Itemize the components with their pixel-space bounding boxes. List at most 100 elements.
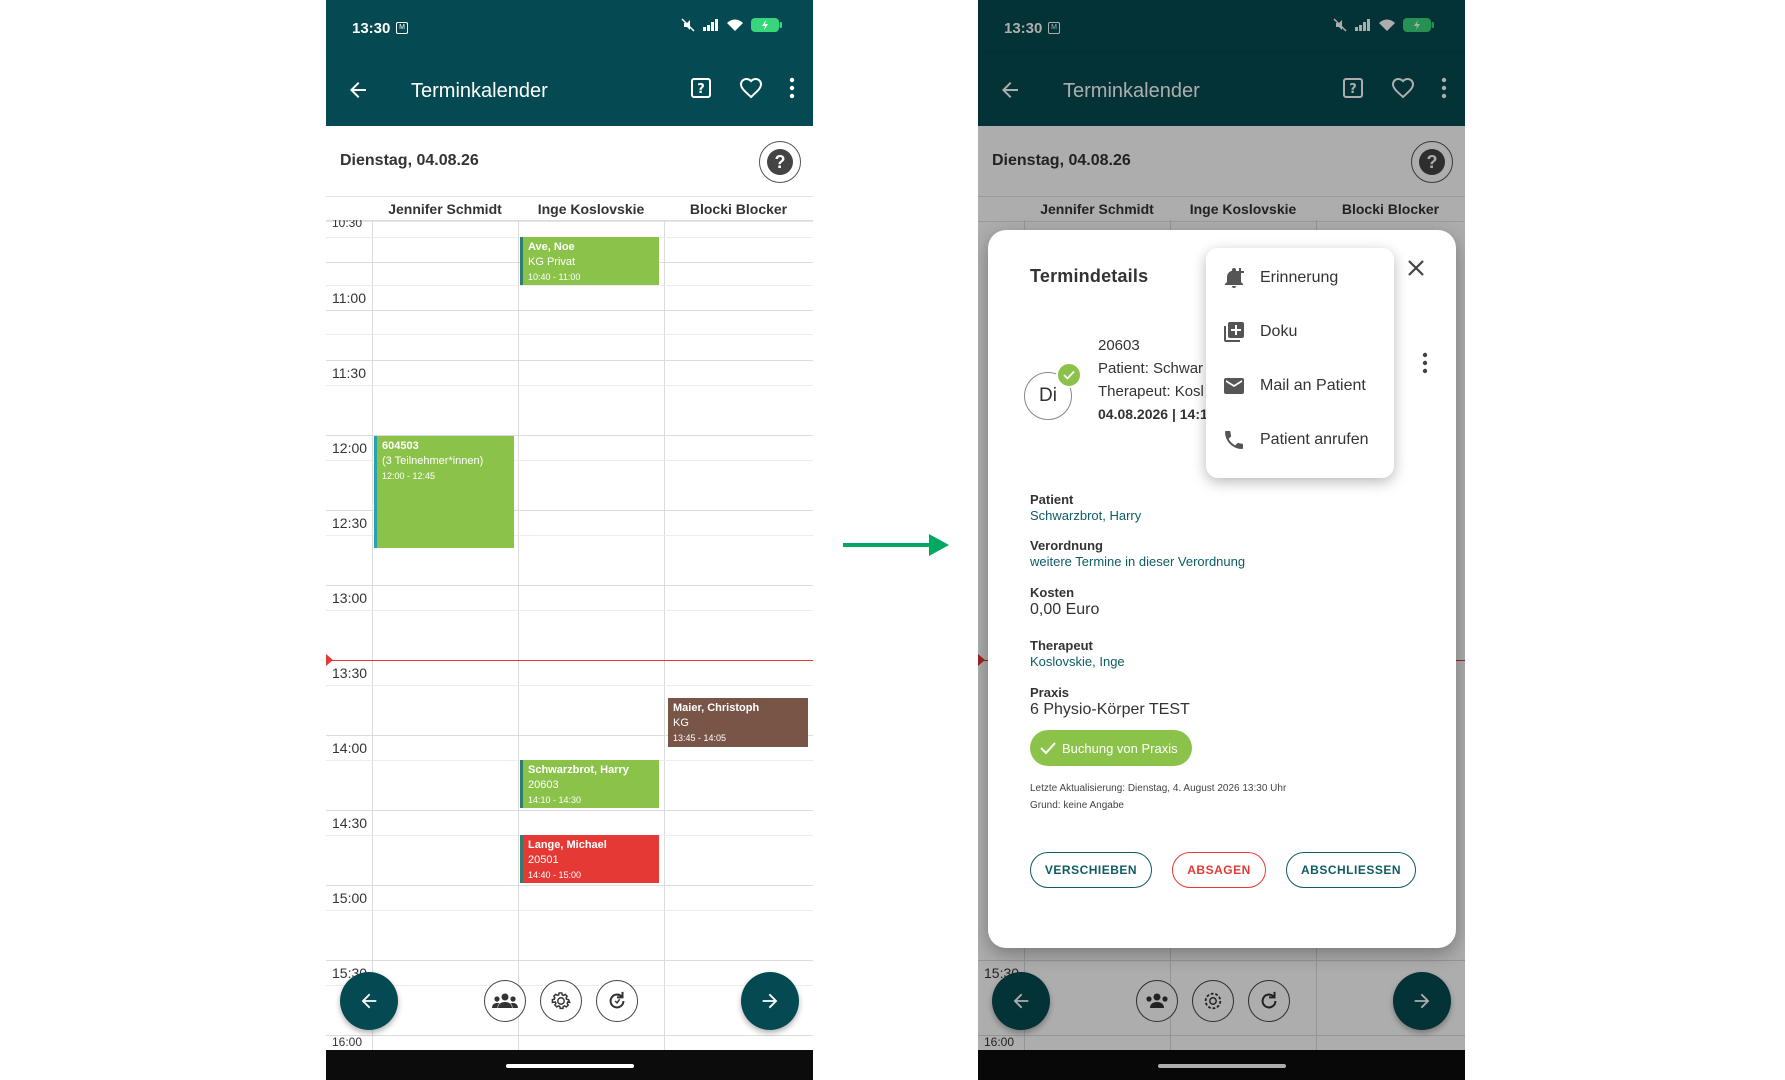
- time-label: 12:30: [332, 515, 368, 531]
- date-bar: Dienstag, 04.08.26 ?: [326, 126, 813, 196]
- arrow-left-icon[interactable]: [346, 78, 370, 102]
- menu-item-reminder[interactable]: Erinnerung: [1222, 258, 1338, 298]
- complete-button[interactable]: ABSCHLIESSEN: [1286, 852, 1416, 888]
- app-bar: Terminkalender ?: [326, 54, 813, 126]
- time-label: 14:30: [332, 815, 368, 831]
- field-label: Verordnung: [1030, 538, 1103, 553]
- praxis-value: 6 Physio-Körper TEST: [1030, 701, 1190, 718]
- status-bar: 13:30 M: [326, 0, 813, 54]
- time-label: 11:30: [332, 365, 366, 381]
- therapeut-field: Therapeut Koslovskie, Inge: [1030, 638, 1125, 669]
- therapeut-link[interactable]: Koslovskie, Inge: [1030, 654, 1125, 669]
- group-button[interactable]: [484, 980, 526, 1022]
- more-vert-icon[interactable]: [1422, 352, 1428, 374]
- arrow-left-icon: [361, 993, 377, 1009]
- time-label: 13:30: [332, 665, 368, 681]
- next-day-button[interactable]: [741, 972, 799, 1030]
- appointment-time: 10:40 - 11:00: [528, 272, 581, 282]
- field-label: Therapeut: [1030, 638, 1093, 653]
- menu-item-doku[interactable]: Doku: [1222, 312, 1297, 352]
- calendar-grid[interactable]: 10:30 11:00 11:30 12:00 12:30 13:00 13:3…: [326, 220, 813, 1060]
- calendar-screen: 13:30 M Terminkalender ? Dienstag, 04.08…: [326, 0, 813, 1080]
- phone-icon: [1225, 431, 1243, 449]
- divider: [326, 285, 813, 286]
- divider: [326, 810, 813, 811]
- column-header: Jennifer Schmidt Inge Koslovskie Blocki …: [326, 196, 813, 222]
- more-vert-icon[interactable]: [789, 77, 795, 99]
- time-label: 14:00: [332, 740, 368, 756]
- divider: [326, 960, 813, 961]
- menu-item-mail[interactable]: Mail an Patient: [1222, 366, 1366, 406]
- divider: [664, 220, 665, 1060]
- verordnung-field: Verordnung weitere Termine in dieser Ver…: [1030, 538, 1245, 569]
- field-label: Kosten: [1030, 585, 1075, 600]
- divider: [326, 310, 813, 311]
- menu-item-label: Mail an Patient: [1260, 377, 1366, 394]
- divider: [326, 685, 813, 686]
- signal-icon: [703, 19, 718, 31]
- wifi-icon: [727, 19, 743, 31]
- help-button[interactable]: ?: [759, 141, 801, 183]
- divider: [326, 385, 813, 386]
- divider: [326, 585, 813, 586]
- arrow-right-icon: [762, 993, 778, 1009]
- appointment-card[interactable]: Ave, Noe KG Privat 10:40 - 11:00: [520, 237, 659, 285]
- divider: [372, 220, 373, 1060]
- heart-icon[interactable]: [739, 76, 763, 100]
- help-box-icon[interactable]: ?: [689, 76, 713, 100]
- appointment-detail-screen: 13:30 M Terminkalender ? Dienstag, 04.08…: [978, 0, 1465, 1080]
- update-reason: Grund: keine Angabe: [1030, 800, 1124, 811]
- appointment-summary: 20603 Patient: Schwar Therapeut: Kosl 04…: [1098, 334, 1208, 426]
- current-time-line: [326, 660, 813, 661]
- divider: [326, 885, 813, 886]
- appointment-time: 12:00 - 12:45: [382, 471, 436, 481]
- divider: [326, 1035, 813, 1036]
- gear-icon: [551, 992, 571, 1010]
- home-indicator[interactable]: [506, 1064, 634, 1068]
- transition-arrow-icon: [843, 534, 949, 556]
- previous-day-button[interactable]: [340, 972, 398, 1030]
- verordnung-link[interactable]: weitere Termine in dieser Verordnung: [1030, 554, 1245, 569]
- appointment-card[interactable]: Schwarzbrot, Harry 20603 14:10 - 14:30: [520, 760, 659, 808]
- status-time: 13:30: [352, 20, 391, 37]
- menu-item-label: Patient anrufen: [1260, 431, 1369, 448]
- appointment-time: 13:45 - 14:05: [673, 733, 727, 743]
- settings-button[interactable]: [540, 980, 582, 1022]
- appointment-detail: 20501: [528, 854, 559, 866]
- last-update: Letzte Aktualisierung: Dienstag, 4. Augu…: [1030, 783, 1287, 794]
- appointment-card[interactable]: Lange, Michael 20501 14:40 - 15:00: [520, 835, 659, 883]
- appointment-card[interactable]: Maier, Christoph KG 13:45 - 14:05: [668, 698, 808, 747]
- options-menu: Erinnerung Doku Mail an Patient Patient …: [1206, 248, 1394, 478]
- summary-patient: Patient: Schwar: [1098, 360, 1204, 377]
- check-icon: [1040, 742, 1056, 755]
- patient-link[interactable]: Schwarzbrot, Harry: [1030, 508, 1141, 523]
- check-icon: [1056, 362, 1082, 388]
- system-nav-bar: [326, 1050, 813, 1080]
- status-icons: [681, 18, 783, 32]
- close-icon[interactable]: [1406, 258, 1426, 278]
- time-label: 12:00: [332, 440, 368, 456]
- appointment-name: Schwarzbrot, Harry: [528, 764, 629, 776]
- appointment-card[interactable]: 604503 (3 Teilnehmer*innen) 12:00 - 12:4…: [374, 436, 514, 548]
- time-label: 15:00: [332, 890, 368, 906]
- patient-field: Patient Schwarzbrot, Harry: [1030, 492, 1141, 523]
- move-button[interactable]: VERSCHIEBEN: [1030, 852, 1152, 888]
- menu-item-call[interactable]: Patient anrufen: [1222, 420, 1369, 460]
- refresh-button[interactable]: [596, 980, 638, 1022]
- cancel-appointment-button[interactable]: ABSAGEN: [1172, 852, 1266, 888]
- divider: [326, 220, 813, 221]
- praxis-field: Praxis 6 Physio-Körper TEST: [1030, 685, 1190, 719]
- appointment-name: Maier, Christoph: [673, 702, 760, 714]
- dialog-title: Termindetails: [1030, 266, 1149, 286]
- column-blocki-blocker: Blocki Blocker: [689, 201, 788, 217]
- chip-label: Buchung von Praxis: [1062, 740, 1178, 756]
- mail-icon: [1224, 378, 1244, 394]
- page-title: Terminkalender: [411, 80, 548, 102]
- appointment-detail: KG: [673, 717, 689, 729]
- divider: [326, 910, 813, 911]
- svg-text:?: ?: [697, 82, 705, 97]
- menu-item-label: Erinnerung: [1260, 269, 1339, 286]
- time-label: 10:30: [332, 220, 363, 230]
- divider: [326, 610, 813, 611]
- sim-icon: M: [396, 22, 408, 34]
